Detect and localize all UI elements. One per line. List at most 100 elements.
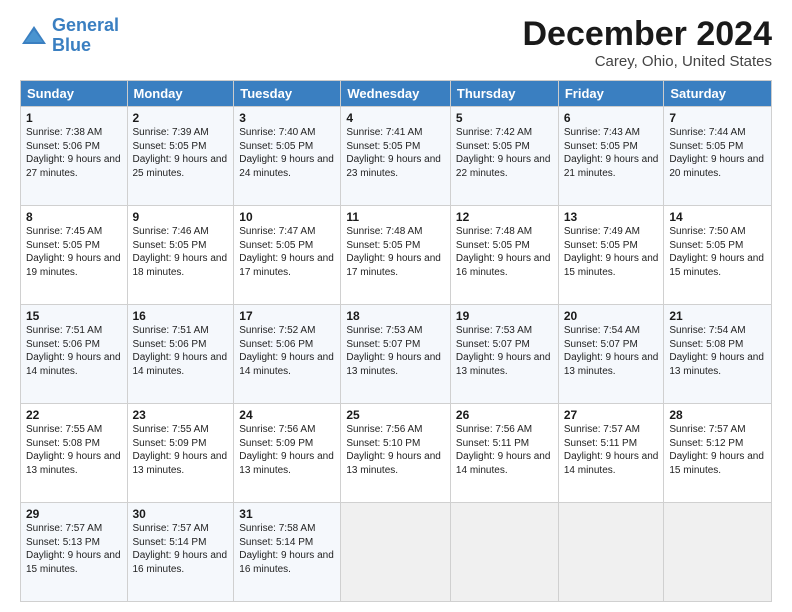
col-header-monday: Monday — [127, 81, 234, 107]
day-info: Sunrise: 7:51 AM Sunset: 5:06 PM Dayligh… — [133, 325, 228, 377]
day-number: 18 — [346, 309, 445, 323]
calendar-cell: 20 Sunrise: 7:54 AM Sunset: 5:07 PM Dayl… — [558, 305, 664, 404]
day-info: Sunrise: 7:58 AM Sunset: 5:14 PM Dayligh… — [239, 523, 334, 575]
day-info: Sunrise: 7:56 AM Sunset: 5:11 PM Dayligh… — [456, 424, 551, 476]
calendar-cell — [450, 503, 558, 602]
day-info: Sunrise: 7:57 AM Sunset: 5:13 PM Dayligh… — [26, 523, 121, 575]
logo: GeneralBlue — [20, 16, 119, 56]
day-info: Sunrise: 7:48 AM Sunset: 5:05 PM Dayligh… — [346, 226, 441, 278]
calendar-cell: 27 Sunrise: 7:57 AM Sunset: 5:11 PM Dayl… — [558, 404, 664, 503]
day-info: Sunrise: 7:45 AM Sunset: 5:05 PM Dayligh… — [26, 226, 121, 278]
day-number: 4 — [346, 111, 445, 125]
day-number: 23 — [133, 408, 229, 422]
day-number: 22 — [26, 408, 122, 422]
day-number: 11 — [346, 210, 445, 224]
day-info: Sunrise: 7:46 AM Sunset: 5:05 PM Dayligh… — [133, 226, 228, 278]
calendar-table: SundayMondayTuesdayWednesdayThursdayFrid… — [20, 80, 772, 602]
calendar-cell: 23 Sunrise: 7:55 AM Sunset: 5:09 PM Dayl… — [127, 404, 234, 503]
day-number: 10 — [239, 210, 335, 224]
calendar-cell: 11 Sunrise: 7:48 AM Sunset: 5:05 PM Dayl… — [341, 206, 451, 305]
day-number: 9 — [133, 210, 229, 224]
day-number: 28 — [669, 408, 766, 422]
calendar-cell: 18 Sunrise: 7:53 AM Sunset: 5:07 PM Dayl… — [341, 305, 451, 404]
calendar-cell: 30 Sunrise: 7:57 AM Sunset: 5:14 PM Dayl… — [127, 503, 234, 602]
calendar-cell — [558, 503, 664, 602]
calendar-cell: 17 Sunrise: 7:52 AM Sunset: 5:06 PM Dayl… — [234, 305, 341, 404]
calendar-cell: 25 Sunrise: 7:56 AM Sunset: 5:10 PM Dayl… — [341, 404, 451, 503]
calendar-cell: 31 Sunrise: 7:58 AM Sunset: 5:14 PM Dayl… — [234, 503, 341, 602]
calendar-cell: 3 Sunrise: 7:40 AM Sunset: 5:05 PM Dayli… — [234, 107, 341, 206]
day-info: Sunrise: 7:53 AM Sunset: 5:07 PM Dayligh… — [346, 325, 441, 377]
day-number: 17 — [239, 309, 335, 323]
day-info: Sunrise: 7:55 AM Sunset: 5:09 PM Dayligh… — [133, 424, 228, 476]
calendar-cell: 21 Sunrise: 7:54 AM Sunset: 5:08 PM Dayl… — [664, 305, 772, 404]
calendar-cell: 6 Sunrise: 7:43 AM Sunset: 5:05 PM Dayli… — [558, 107, 664, 206]
day-info: Sunrise: 7:40 AM Sunset: 5:05 PM Dayligh… — [239, 127, 334, 179]
day-number: 6 — [564, 111, 659, 125]
day-info: Sunrise: 7:57 AM Sunset: 5:12 PM Dayligh… — [669, 424, 764, 476]
logo-icon — [20, 24, 48, 48]
day-number: 2 — [133, 111, 229, 125]
day-info: Sunrise: 7:44 AM Sunset: 5:05 PM Dayligh… — [669, 127, 764, 179]
day-info: Sunrise: 7:41 AM Sunset: 5:05 PM Dayligh… — [346, 127, 441, 179]
calendar-cell: 24 Sunrise: 7:56 AM Sunset: 5:09 PM Dayl… — [234, 404, 341, 503]
logo-text: GeneralBlue — [52, 16, 119, 56]
calendar-cell: 5 Sunrise: 7:42 AM Sunset: 5:05 PM Dayli… — [450, 107, 558, 206]
day-info: Sunrise: 7:53 AM Sunset: 5:07 PM Dayligh… — [456, 325, 551, 377]
day-number: 1 — [26, 111, 122, 125]
day-info: Sunrise: 7:52 AM Sunset: 5:06 PM Dayligh… — [239, 325, 334, 377]
day-number: 30 — [133, 507, 229, 521]
day-number: 12 — [456, 210, 553, 224]
day-number: 25 — [346, 408, 445, 422]
day-number: 19 — [456, 309, 553, 323]
day-number: 8 — [26, 210, 122, 224]
day-info: Sunrise: 7:43 AM Sunset: 5:05 PM Dayligh… — [564, 127, 659, 179]
calendar-cell: 22 Sunrise: 7:55 AM Sunset: 5:08 PM Dayl… — [21, 404, 128, 503]
calendar-cell — [664, 503, 772, 602]
day-number: 13 — [564, 210, 659, 224]
day-info: Sunrise: 7:54 AM Sunset: 5:07 PM Dayligh… — [564, 325, 659, 377]
col-header-sunday: Sunday — [21, 81, 128, 107]
calendar-cell: 14 Sunrise: 7:50 AM Sunset: 5:05 PM Dayl… — [664, 206, 772, 305]
day-info: Sunrise: 7:55 AM Sunset: 5:08 PM Dayligh… — [26, 424, 121, 476]
col-header-thursday: Thursday — [450, 81, 558, 107]
day-info: Sunrise: 7:57 AM Sunset: 5:14 PM Dayligh… — [133, 523, 228, 575]
col-header-tuesday: Tuesday — [234, 81, 341, 107]
calendar-cell: 4 Sunrise: 7:41 AM Sunset: 5:05 PM Dayli… — [341, 107, 451, 206]
location: Carey, Ohio, United States — [522, 53, 772, 70]
day-info: Sunrise: 7:51 AM Sunset: 5:06 PM Dayligh… — [26, 325, 121, 377]
calendar-cell: 15 Sunrise: 7:51 AM Sunset: 5:06 PM Dayl… — [21, 305, 128, 404]
day-number: 21 — [669, 309, 766, 323]
calendar-cell: 8 Sunrise: 7:45 AM Sunset: 5:05 PM Dayli… — [21, 206, 128, 305]
calendar-cell: 9 Sunrise: 7:46 AM Sunset: 5:05 PM Dayli… — [127, 206, 234, 305]
day-info: Sunrise: 7:50 AM Sunset: 5:05 PM Dayligh… — [669, 226, 764, 278]
day-number: 3 — [239, 111, 335, 125]
calendar-cell — [341, 503, 451, 602]
col-header-wednesday: Wednesday — [341, 81, 451, 107]
calendar-cell: 12 Sunrise: 7:48 AM Sunset: 5:05 PM Dayl… — [450, 206, 558, 305]
calendar-cell: 19 Sunrise: 7:53 AM Sunset: 5:07 PM Dayl… — [450, 305, 558, 404]
day-number: 27 — [564, 408, 659, 422]
day-number: 14 — [669, 210, 766, 224]
calendar-cell: 28 Sunrise: 7:57 AM Sunset: 5:12 PM Dayl… — [664, 404, 772, 503]
calendar-cell: 16 Sunrise: 7:51 AM Sunset: 5:06 PM Dayl… — [127, 305, 234, 404]
calendar-cell: 29 Sunrise: 7:57 AM Sunset: 5:13 PM Dayl… — [21, 503, 128, 602]
day-number: 29 — [26, 507, 122, 521]
title-block: December 2024 Carey, Ohio, United States — [522, 16, 772, 70]
calendar-cell: 7 Sunrise: 7:44 AM Sunset: 5:05 PM Dayli… — [664, 107, 772, 206]
month-title: December 2024 — [522, 16, 772, 53]
day-number: 5 — [456, 111, 553, 125]
day-info: Sunrise: 7:39 AM Sunset: 5:05 PM Dayligh… — [133, 127, 228, 179]
day-info: Sunrise: 7:38 AM Sunset: 5:06 PM Dayligh… — [26, 127, 121, 179]
calendar-cell: 26 Sunrise: 7:56 AM Sunset: 5:11 PM Dayl… — [450, 404, 558, 503]
col-header-saturday: Saturday — [664, 81, 772, 107]
day-number: 16 — [133, 309, 229, 323]
day-info: Sunrise: 7:57 AM Sunset: 5:11 PM Dayligh… — [564, 424, 659, 476]
day-info: Sunrise: 7:48 AM Sunset: 5:05 PM Dayligh… — [456, 226, 551, 278]
day-number: 20 — [564, 309, 659, 323]
day-info: Sunrise: 7:54 AM Sunset: 5:08 PM Dayligh… — [669, 325, 764, 377]
day-info: Sunrise: 7:47 AM Sunset: 5:05 PM Dayligh… — [239, 226, 334, 278]
day-number: 26 — [456, 408, 553, 422]
day-number: 15 — [26, 309, 122, 323]
day-info: Sunrise: 7:56 AM Sunset: 5:10 PM Dayligh… — [346, 424, 441, 476]
